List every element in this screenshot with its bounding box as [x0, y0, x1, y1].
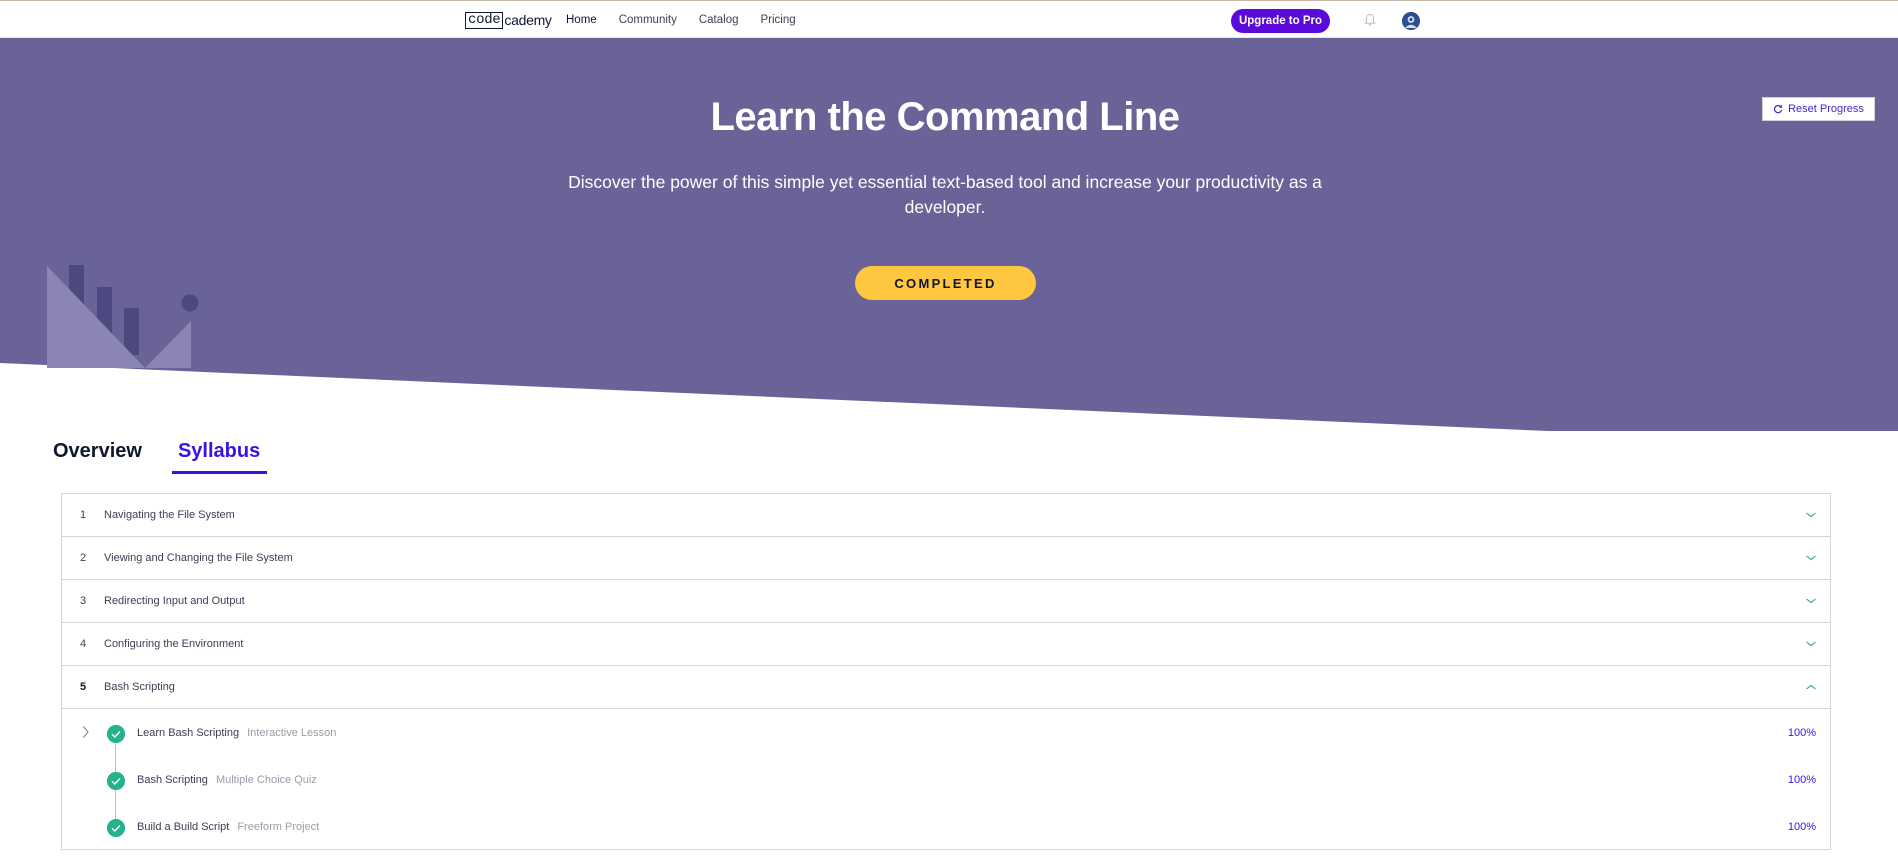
- module-title: Navigating the File System: [104, 509, 235, 521]
- lesson-type: Multiple Choice Quiz: [215, 774, 317, 786]
- module-row[interactable]: 2 Viewing and Changing the File System: [62, 537, 1830, 580]
- check-icon: [107, 725, 125, 743]
- lesson-progress: 100%: [1787, 727, 1816, 739]
- course-description: Discover the power of this simple yet es…: [568, 172, 1322, 217]
- lesson-type: Interactive Lesson: [247, 727, 337, 739]
- lesson-link[interactable]: Build a Build Script Freeform Project: [137, 804, 319, 851]
- nav-links: Home Community Catalog Pricing: [566, 1, 818, 39]
- lesson-row: Learn Bash Scripting Interactive Lesson 1…: [62, 710, 1830, 757]
- upgrade-to-pro-button[interactable]: Upgrade to Pro: [1231, 9, 1330, 33]
- lesson-row: Bash Scripting Multiple Choice Quiz 100%: [62, 757, 1830, 804]
- lesson-name: Bash Scripting: [137, 774, 208, 786]
- course-title: Learn the Command Line: [710, 95, 1180, 139]
- nav-link-catalog[interactable]: Catalog: [699, 14, 739, 26]
- logo-rest-text: cademy: [504, 11, 552, 28]
- lesson-type: Freeform Project: [237, 821, 320, 833]
- chevron-down-icon: [1806, 598, 1816, 604]
- logo-box-text: code: [465, 11, 504, 29]
- lesson-link[interactable]: Bash Scripting Multiple Choice Quiz: [137, 757, 317, 804]
- syllabus-list: 1 Navigating the File System 2 Viewing a…: [61, 493, 1831, 850]
- course-tabs: Overview Syllabus: [52, 438, 295, 474]
- bell-icon[interactable]: [1362, 12, 1378, 28]
- module-number: 1: [80, 509, 87, 521]
- tab-overview[interactable]: Overview: [52, 438, 144, 474]
- module-number: 2: [80, 552, 87, 564]
- check-icon: [107, 772, 125, 790]
- module-number: 5: [80, 681, 87, 693]
- module-title: Viewing and Changing the File System: [104, 552, 293, 564]
- lesson-row: Build a Build Script Freeform Project 100…: [62, 804, 1830, 851]
- nav-link-community[interactable]: Community: [619, 14, 677, 26]
- avatar-icon: [1402, 12, 1420, 30]
- codecademy-logo[interactable]: code cademy: [465, 11, 552, 29]
- chevron-down-icon: [1806, 512, 1816, 518]
- module-title: Configuring the Environment: [104, 638, 244, 650]
- module-row[interactable]: 3 Redirecting Input and Output: [62, 580, 1830, 623]
- chevron-right-icon[interactable]: [82, 725, 90, 739]
- nav-link-pricing[interactable]: Pricing: [760, 14, 795, 26]
- module-row-expanded[interactable]: 5 Bash Scripting: [62, 666, 1830, 709]
- completed-badge[interactable]: COMPLETED: [855, 266, 1036, 300]
- check-icon: [107, 819, 125, 837]
- nav-link-home[interactable]: Home: [566, 14, 597, 26]
- module-title: Bash Scripting: [104, 681, 175, 693]
- module-row[interactable]: 4 Configuring the Environment: [62, 623, 1830, 666]
- chevron-up-icon: [1806, 684, 1816, 690]
- module-title: Redirecting Input and Output: [104, 595, 245, 607]
- lesson-name: Learn Bash Scripting: [137, 727, 240, 739]
- module-number: 4: [80, 638, 87, 650]
- tab-syllabus[interactable]: Syllabus: [171, 438, 268, 474]
- lesson-progress: 100%: [1787, 821, 1816, 833]
- top-nav: code cademy Home Community Catalog Pricin…: [0, 0, 1898, 38]
- chevron-down-icon: [1806, 641, 1816, 647]
- module-row[interactable]: 1 Navigating the File System: [62, 494, 1830, 537]
- module-number: 3: [80, 595, 87, 607]
- chevron-down-icon: [1806, 555, 1816, 561]
- lesson-progress: 100%: [1787, 774, 1816, 786]
- lesson-link[interactable]: Learn Bash Scripting Interactive Lesson: [137, 710, 336, 757]
- user-avatar[interactable]: [1402, 12, 1420, 30]
- lesson-name: Build a Build Script: [137, 821, 230, 833]
